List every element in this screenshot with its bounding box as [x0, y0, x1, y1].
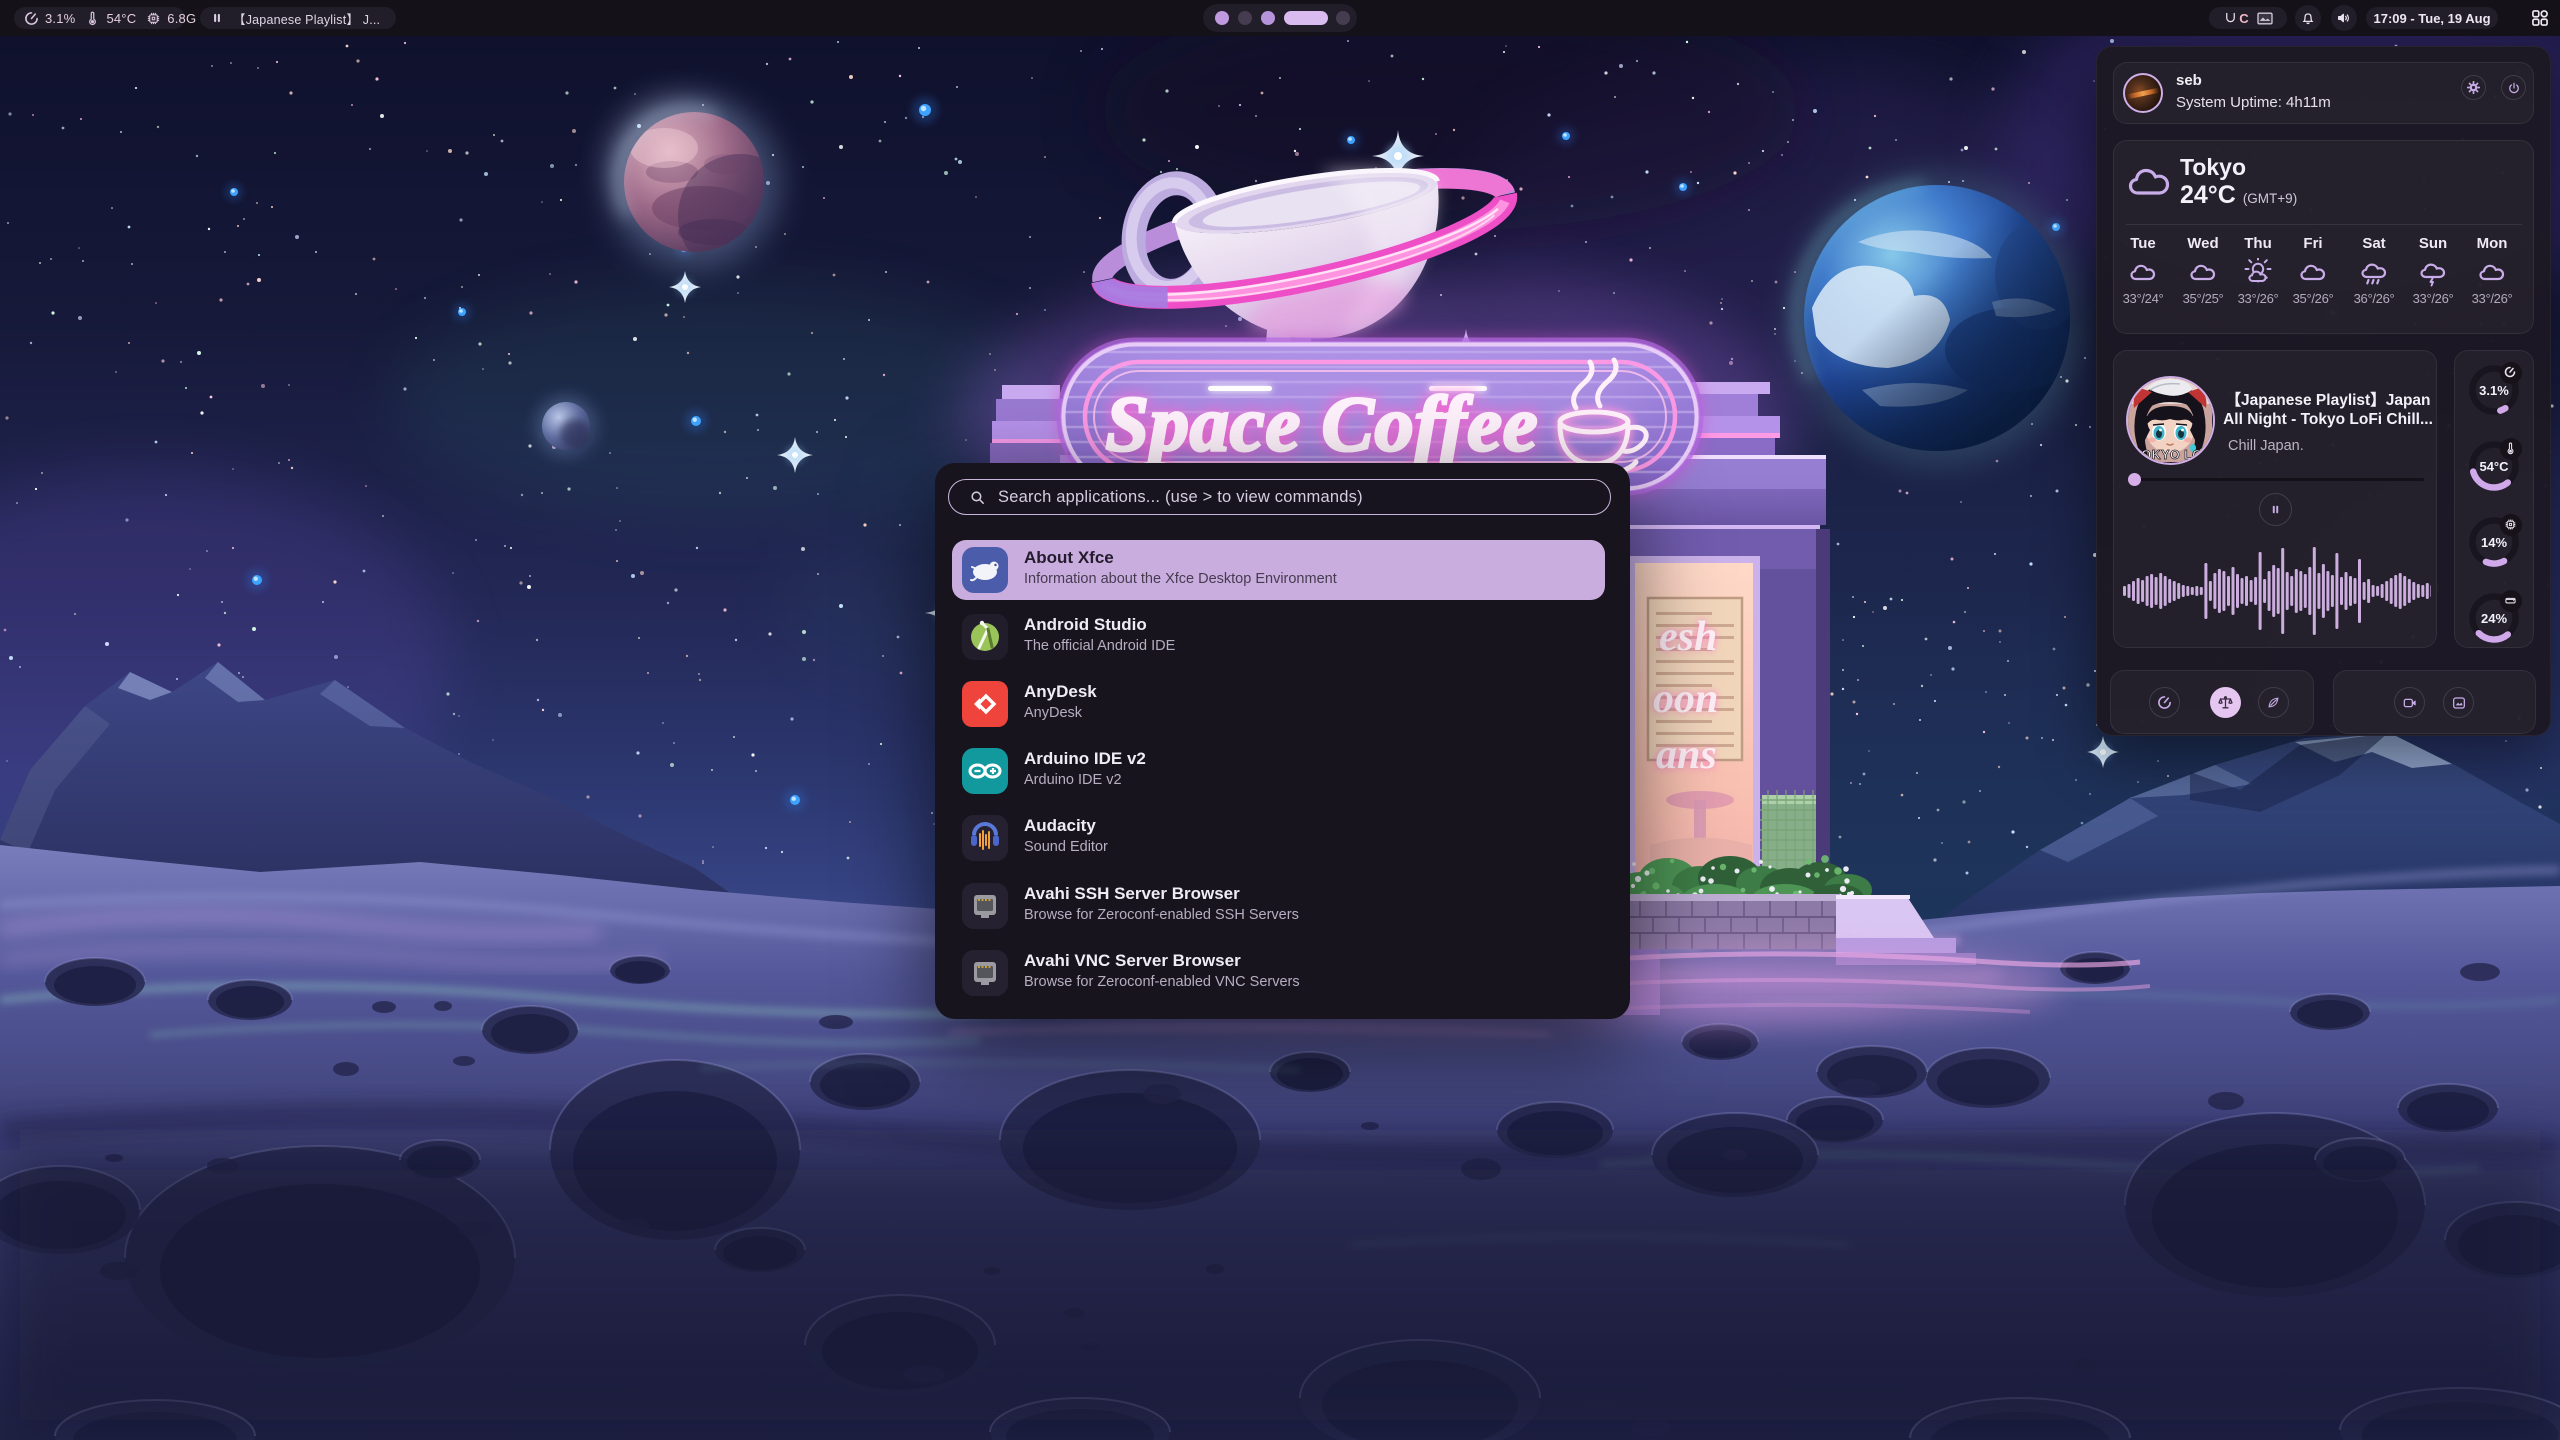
svg-text:oon: oon	[1653, 676, 1718, 722]
svg-text:ans: ans	[1656, 732, 1717, 778]
svg-text:Space Coffee: Space Coffee	[1106, 380, 1539, 467]
svg-text:TOKYO LO: TOKYO LO	[2133, 448, 2202, 462]
svg-text:3.1%: 3.1%	[2479, 383, 2509, 398]
svg-text:14%: 14%	[2481, 535, 2507, 550]
svg-text:24%: 24%	[2481, 611, 2507, 626]
svg-text:esh: esh	[1659, 614, 1717, 660]
svg-text:54°C: 54°C	[2479, 459, 2509, 474]
